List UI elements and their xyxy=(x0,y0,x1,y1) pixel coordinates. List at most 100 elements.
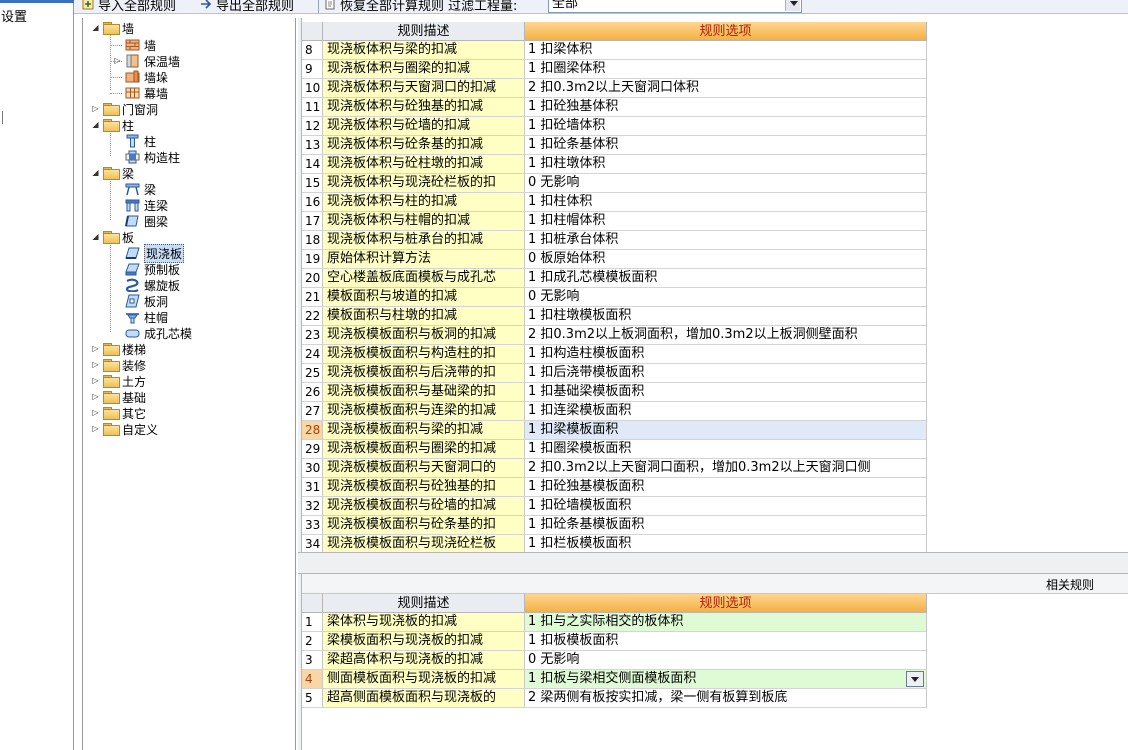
row-number-cell[interactable]: 20 xyxy=(302,269,323,288)
table-row[interactable]: 5 超高侧面模板面积与现浇板的 2 梁两侧有板按实扣减，梁一侧有板算到板底 xyxy=(302,689,927,708)
tree-node-beam[interactable]: ◢ 梁 xyxy=(91,165,134,181)
tree-node-constructional-column[interactable]: 构造柱 xyxy=(125,149,180,165)
expand-icon[interactable]: ▷ xyxy=(113,56,122,66)
rule-option-cell[interactable]: 1 扣基础梁模板面积 xyxy=(525,383,927,402)
chevron-down-icon[interactable] xyxy=(906,671,924,687)
row-number-cell[interactable]: 17 xyxy=(302,212,323,231)
row-number-cell[interactable]: 15 xyxy=(302,174,323,193)
rule-option-cell[interactable]: 2 扣0.3m2以上天窗洞口体积 xyxy=(525,79,927,98)
tree-node-wall[interactable]: ◢ 墙 xyxy=(91,20,134,36)
table-row[interactable]: 25 现浇板模板面积与后浇带的扣 1 扣后浇带模板面积 xyxy=(302,364,927,383)
tree-node-column[interactable]: ◢ 柱 xyxy=(91,117,134,133)
rule-option-cell[interactable]: 1 扣柱墩体积 xyxy=(525,155,927,174)
row-number-cell[interactable]: 19 xyxy=(302,250,323,269)
rule-option-cell[interactable]: 1 扣砼墙体积 xyxy=(525,117,927,136)
rule-option-cell[interactable]: 1 扣板与梁相交侧面模板面积 xyxy=(525,670,927,689)
tree-node-stair[interactable]: ▷ 楼梯 xyxy=(91,341,146,357)
row-number-cell[interactable]: 3 xyxy=(302,651,323,670)
table-row[interactable]: 28 现浇板模板面积与梁的扣减 1 扣梁模板面积 xyxy=(302,421,927,440)
tree-node-beam-beam[interactable]: 梁 xyxy=(125,181,156,197)
rule-option-cell[interactable]: 1 扣柱帽体积 xyxy=(525,212,927,231)
rule-option-cell[interactable]: 1 扣栏板模板面积 xyxy=(525,535,927,552)
table-row[interactable]: 32 现浇板模板面积与砼墙的扣减 1 扣砼墙模板面积 xyxy=(302,497,927,516)
restore-all-rules-button[interactable]: 恢复全部计算规则 过滤工程量: xyxy=(324,0,517,13)
settings-label[interactable]: 设置 xyxy=(1,6,27,25)
rule-option-cell[interactable]: 2 梁两侧有板按实扣减，梁一侧有板算到板底 xyxy=(525,689,927,708)
tree-node-spiral-slab[interactable]: 螺旋板 xyxy=(125,277,180,293)
tree-node-decoration[interactable]: ▷ 装修 xyxy=(91,357,146,373)
row-number-cell[interactable]: 2 xyxy=(302,632,323,651)
collapse-icon[interactable]: ◢ xyxy=(91,120,100,130)
row-number-cell[interactable]: 24 xyxy=(302,345,323,364)
export-all-rules-button[interactable]: 导出全部规则 xyxy=(200,0,294,13)
row-number-cell[interactable]: 4 xyxy=(302,670,323,689)
rule-option-cell[interactable]: 1 扣后浇带模板面积 xyxy=(525,364,927,383)
row-number-cell[interactable]: 5 xyxy=(302,689,323,708)
rule-option-cell[interactable]: 2 扣0.3m2以上天窗洞口面积，增加0.3m2以上天窗洞口侧 xyxy=(525,459,927,478)
pane-splitter[interactable] xyxy=(298,552,1128,574)
expand-icon[interactable]: ▷ xyxy=(91,424,100,434)
rule-option-cell[interactable]: 1 扣板模板面积 xyxy=(525,632,927,651)
table-row[interactable]: 22 模板面积与柱墩的扣减 1 扣柱墩模板面积 xyxy=(302,307,927,326)
row-number-cell[interactable]: 26 xyxy=(302,383,323,402)
row-number-cell[interactable]: 32 xyxy=(302,497,323,516)
expand-icon[interactable]: ▷ xyxy=(91,344,100,354)
tree-node-slab-opening[interactable]: 板洞 xyxy=(125,293,168,309)
row-number-cell[interactable]: 12 xyxy=(302,117,323,136)
table-row[interactable]: 15 现浇板体积与现浇砼栏板的扣 0 无影响 xyxy=(302,174,927,193)
row-number-cell[interactable]: 29 xyxy=(302,440,323,459)
tree-node-precast-slab[interactable]: 预制板 xyxy=(125,261,180,277)
rule-option-cell[interactable]: 1 扣砼条基体积 xyxy=(525,136,927,155)
tree-node-column-column[interactable]: 柱 xyxy=(125,133,156,149)
row-number-cell[interactable]: 27 xyxy=(302,402,323,421)
filter-quantity-select[interactable]: 全部 xyxy=(548,0,802,13)
table-row[interactable]: 17 现浇板体积与柱帽的扣减 1 扣柱帽体积 xyxy=(302,212,927,231)
table-row[interactable]: 2 梁模板面积与现浇板的扣减 1 扣板模板面积 xyxy=(302,632,927,651)
tree-node-coupling-beam[interactable]: 连梁 xyxy=(125,197,168,213)
expand-icon[interactable]: ▷ xyxy=(91,392,100,402)
rule-option-cell[interactable]: 1 扣圈梁体积 xyxy=(525,60,927,79)
table-row[interactable]: 20 空心楼盖板底面模板与成孔芯 1 扣成孔芯模模板面积 xyxy=(302,269,927,288)
table-row[interactable]: 30 现浇板模板面积与天窗洞口的 2 扣0.3m2以上天窗洞口面积，增加0.3m2以… xyxy=(302,459,927,478)
row-number-cell[interactable]: 1 xyxy=(302,613,323,632)
collapse-icon[interactable]: ◢ xyxy=(91,232,100,242)
tree-node-other[interactable]: ▷ 其它 xyxy=(91,405,146,421)
chevron-down-icon[interactable] xyxy=(785,0,800,11)
table-row[interactable]: 34 现浇板模板面积与现浇砼栏板 1 扣栏板模板面积 xyxy=(302,535,927,552)
row-number-cell[interactable]: 9 xyxy=(302,60,323,79)
row-number-cell[interactable]: 21 xyxy=(302,288,323,307)
row-number-cell[interactable]: 25 xyxy=(302,364,323,383)
rule-option-cell[interactable]: 1 扣圈梁模板面积 xyxy=(525,440,927,459)
table-row[interactable]: 31 现浇板模板面积与砼独基的扣 1 扣砼独基模板面积 xyxy=(302,478,927,497)
collapse-icon[interactable]: ◢ xyxy=(91,23,100,33)
rule-option-cell[interactable]: 1 扣梁体积 xyxy=(525,41,927,60)
row-number-cell[interactable]: 22 xyxy=(302,307,323,326)
tree-node-custom[interactable]: ▷ 自定义 xyxy=(91,421,158,437)
row-number-cell[interactable]: 13 xyxy=(302,136,323,155)
tree-node-wall-wall[interactable]: 墙 xyxy=(125,37,156,53)
row-number-cell[interactable]: 10 xyxy=(302,79,323,98)
table-row[interactable]: 18 现浇板体积与桩承台的扣减 1 扣桩承台体积 xyxy=(302,231,927,250)
rule-option-cell[interactable]: 1 扣砼墙模板面积 xyxy=(525,497,927,516)
rule-option-cell[interactable]: 1 扣砼独基模板面积 xyxy=(525,478,927,497)
rule-option-cell[interactable]: 1 扣桩承台体积 xyxy=(525,231,927,250)
row-number-cell[interactable]: 31 xyxy=(302,478,323,497)
rule-option-cell[interactable]: 1 扣与之实际相交的板体积 xyxy=(525,613,927,632)
expand-icon[interactable]: ▷ xyxy=(91,104,100,114)
table-row[interactable]: 11 现浇板体积与砼独基的扣减 1 扣砼独基体积 xyxy=(302,98,927,117)
rule-option-cell[interactable]: 1 扣梁模板面积 xyxy=(525,421,927,440)
rule-option-cell[interactable]: 1 扣砼独基体积 xyxy=(525,98,927,117)
table-row[interactable]: 33 现浇板模板面积与砼条基的扣 1 扣砼条基模板面积 xyxy=(302,516,927,535)
table-row[interactable]: 4 侧面模板面积与现浇板的扣减 1 扣板与梁相交侧面模板面积 xyxy=(302,670,927,689)
tree-node-hole-core-mold[interactable]: 成孔芯模 xyxy=(125,325,192,341)
row-number-cell[interactable]: 28 xyxy=(302,421,323,440)
rule-option-cell[interactable]: 1 扣构造柱模板面积 xyxy=(525,345,927,364)
tree-node-column-cap[interactable]: 柱帽 xyxy=(125,309,168,325)
row-number-cell[interactable]: 8 xyxy=(302,41,323,60)
row-number-cell[interactable]: 11 xyxy=(302,98,323,117)
table-row[interactable]: 24 现浇板模板面积与构造柱的扣 1 扣构造柱模板面积 xyxy=(302,345,927,364)
row-number-cell[interactable]: 16 xyxy=(302,193,323,212)
rule-option-cell[interactable]: 2 扣0.3m2以上板洞面积，增加0.3m2以上板洞侧壁面积 xyxy=(525,326,927,345)
import-all-rules-button[interactable]: 导入全部规则 xyxy=(82,0,176,13)
tree-node-earthwork[interactable]: ▷ 土方 xyxy=(91,373,146,389)
